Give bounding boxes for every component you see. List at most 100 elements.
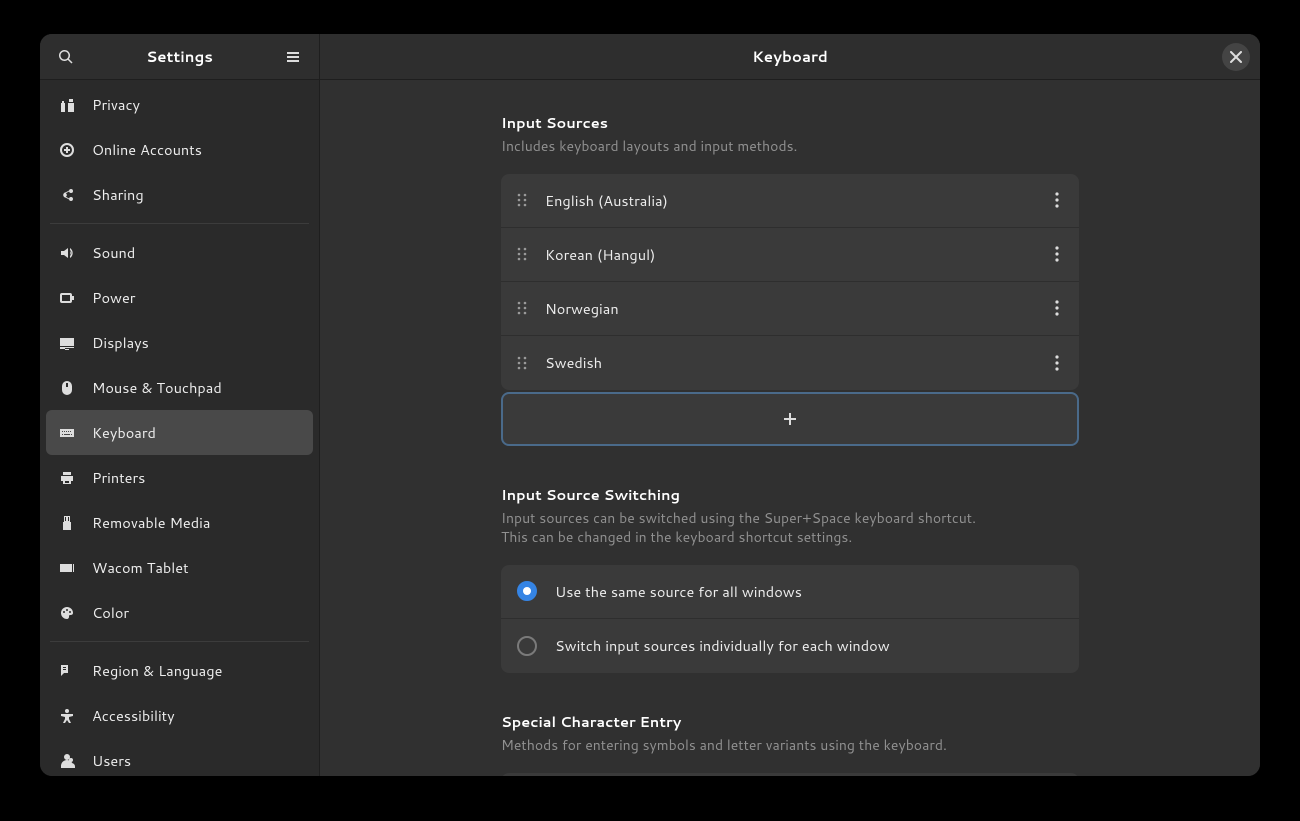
sidebar-item-accessibility[interactable]: Accessibility — [46, 693, 313, 738]
sidebar-item-label: Power — [92, 287, 135, 308]
mouse-touchpad-icon — [58, 379, 76, 397]
sidebar-item-label: Sound — [92, 242, 135, 263]
section-title-switching: Input Source Switching — [501, 484, 1079, 505]
sidebar-item-wacom-tablet[interactable]: Wacom Tablet — [46, 545, 313, 590]
sidebar-item-sharing[interactable]: Sharing — [46, 172, 313, 217]
sidebar-list: Privacy Online Accounts Sharing Sound Power D… — [40, 80, 319, 776]
keyboard-icon — [58, 424, 76, 442]
radio-button[interactable] — [517, 636, 537, 656]
input-source-label: English (Australia) — [545, 190, 1033, 211]
input-source-row[interactable]: Swedish — [501, 336, 1079, 390]
sidebar-item-label: Region & Language — [92, 660, 222, 681]
sidebar-item-label: Sharing — [92, 184, 144, 205]
input-source-row[interactable]: Korean (Hangul) — [501, 228, 1079, 282]
sidebar-item-region-language[interactable]: Region & Language — [46, 648, 313, 693]
sidebar-separator — [50, 223, 309, 224]
kebab-icon — [1055, 300, 1059, 316]
sound-icon — [58, 244, 76, 262]
content: Keyboard Input Sources Includes keyboard… — [320, 34, 1260, 776]
switching-option-row[interactable]: Use the same source for all windows — [501, 565, 1079, 619]
sidebar-item-label: Privacy — [92, 94, 140, 115]
sidebar-item-displays[interactable]: Displays — [46, 320, 313, 365]
sidebar-item-label: Displays — [92, 332, 149, 353]
content-title: Keyboard — [752, 46, 828, 67]
kebab-icon — [1055, 355, 1059, 371]
displays-icon — [58, 334, 76, 352]
section-title-input-sources: Input Sources — [501, 112, 1079, 133]
hamburger-icon — [285, 49, 301, 65]
content-header: Keyboard — [320, 34, 1260, 80]
switching-option-label: Use the same source for all windows — [555, 581, 1063, 602]
privacy-icon — [58, 96, 76, 114]
section-sub-special: Methods for entering symbols and letter … — [501, 736, 1079, 755]
switching-option-row[interactable]: Switch input sources individually for ea… — [501, 619, 1079, 673]
sidebar: Settings Privacy Online Accounts Sharing So… — [40, 34, 320, 776]
sidebar-item-sound[interactable]: Sound — [46, 230, 313, 275]
online-accounts-icon — [58, 141, 76, 159]
plus-icon — [782, 411, 798, 427]
sharing-icon — [58, 186, 76, 204]
sidebar-item-removable-media[interactable]: Removable Media — [46, 500, 313, 545]
sidebar-item-users[interactable]: Users — [46, 738, 313, 776]
sidebar-item-label: Printers — [92, 467, 145, 488]
input-source-label: Korean (Hangul) — [545, 244, 1033, 265]
sidebar-item-label: Users — [92, 750, 131, 771]
section-sub-switching: Input sources can be switched using the … — [501, 509, 1079, 547]
sidebar-item-mouse-touchpad[interactable]: Mouse & Touchpad — [46, 365, 313, 410]
alternate-characters-row[interactable]: Alternate Characters Key Right Alt — [501, 773, 1079, 776]
content-body: Input Sources Includes keyboard layouts … — [320, 80, 1260, 776]
input-source-options-button[interactable] — [1051, 296, 1063, 320]
radio-button[interactable] — [517, 581, 537, 601]
section-title-special: Special Character Entry — [501, 711, 1079, 732]
sidebar-separator — [50, 641, 309, 642]
sidebar-item-color[interactable]: Color — [46, 590, 313, 635]
input-source-options-button[interactable] — [1051, 351, 1063, 375]
input-source-options-button[interactable] — [1051, 188, 1063, 212]
special-entry-list: Alternate Characters Key Right Alt — [501, 773, 1079, 776]
close-button[interactable] — [1222, 43, 1250, 71]
input-source-row[interactable]: English (Australia) — [501, 174, 1079, 228]
removable-media-icon — [58, 514, 76, 532]
drag-handle-icon[interactable] — [517, 246, 527, 262]
switching-options-list: Use the same source for all windows Switc… — [501, 565, 1079, 673]
sidebar-item-label: Removable Media — [92, 512, 210, 533]
sidebar-item-label: Accessibility — [92, 705, 175, 726]
input-source-row[interactable]: Norwegian — [501, 282, 1079, 336]
sidebar-item-label: Keyboard — [92, 422, 156, 443]
sidebar-title: Settings — [80, 46, 279, 67]
kebab-icon — [1055, 246, 1059, 262]
kebab-icon — [1055, 192, 1059, 208]
add-input-source-button[interactable] — [501, 392, 1079, 446]
sidebar-item-keyboard[interactable]: Keyboard — [46, 410, 313, 455]
section-sub-input-sources: Includes keyboard layouts and input meth… — [501, 137, 1079, 156]
sidebar-item-label: Mouse & Touchpad — [92, 377, 222, 398]
wacom-tablet-icon — [58, 559, 76, 577]
input-source-label: Swedish — [545, 352, 1033, 373]
sidebar-item-label: Online Accounts — [92, 139, 202, 160]
color-icon — [58, 604, 76, 622]
sidebar-item-online-accounts[interactable]: Online Accounts — [46, 127, 313, 172]
sidebar-item-label: Color — [92, 602, 129, 623]
keyboard-panel: Input Sources Includes keyboard layouts … — [501, 112, 1079, 776]
search-icon — [58, 49, 74, 65]
printers-icon — [58, 469, 76, 487]
drag-handle-icon[interactable] — [517, 192, 527, 208]
sidebar-header: Settings — [40, 34, 319, 80]
close-icon — [1230, 51, 1242, 63]
drag-handle-icon[interactable] — [517, 355, 527, 371]
input-sources-list: English (Australia) Korean (Hangul) Norweg… — [501, 174, 1079, 390]
drag-handle-icon[interactable] — [517, 300, 527, 316]
menu-button[interactable] — [279, 43, 307, 71]
search-button[interactable] — [52, 43, 80, 71]
sidebar-item-privacy[interactable]: Privacy — [46, 82, 313, 127]
region-language-icon — [58, 662, 76, 680]
users-icon — [58, 752, 76, 770]
sidebar-item-printers[interactable]: Printers — [46, 455, 313, 500]
accessibility-icon — [58, 707, 76, 725]
input-source-label: Norwegian — [545, 298, 1033, 319]
sidebar-item-label: Wacom Tablet — [92, 557, 189, 578]
input-source-options-button[interactable] — [1051, 242, 1063, 266]
power-icon — [58, 289, 76, 307]
sidebar-item-power[interactable]: Power — [46, 275, 313, 320]
switching-option-label: Switch input sources individually for ea… — [555, 635, 1063, 656]
